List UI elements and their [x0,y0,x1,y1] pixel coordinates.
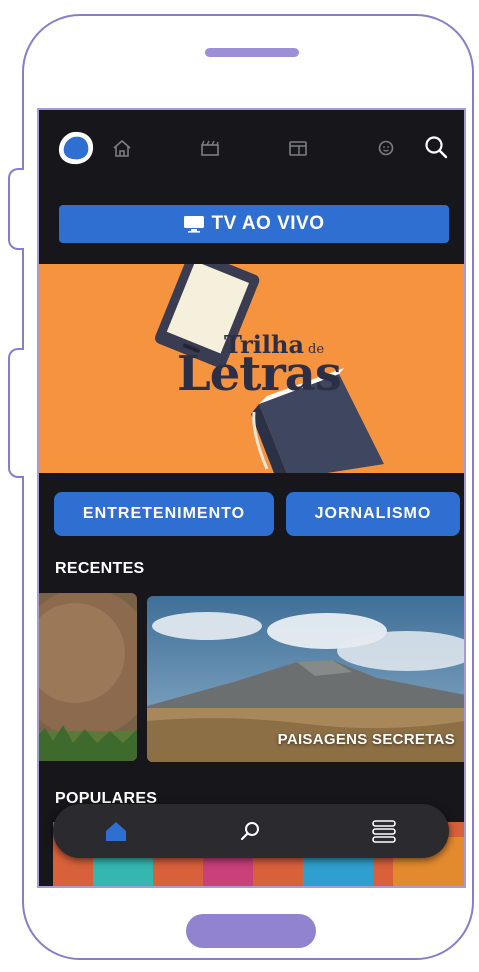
menu-icon[interactable] [371,818,397,844]
phone-speaker [205,48,299,57]
app-screen: TV AO VIVO Trilha de Letras ENTRETENIMEN… [37,108,466,888]
search-icon[interactable] [423,134,449,160]
clapperboard-icon[interactable] [199,138,221,158]
tv-guide-icon[interactable] [287,138,309,158]
side-button-top [8,168,24,250]
live-tv-button[interactable]: TV AO VIVO [59,205,449,243]
section-title-recentes: RECENTES [55,560,145,577]
capybara-image [39,593,137,761]
category-label: JORNALISMO [314,505,432,522]
card-title: PAISAGENS SECRETAS [277,731,455,748]
category-label: ENTRETENIMENTO [82,505,246,522]
tv-icon [184,216,205,233]
bottom-navigation [53,804,449,858]
top-bar [39,110,464,184]
recent-card-paisagens-secretas[interactable]: PAISAGENS SECRETAS [147,596,464,762]
kids-icon[interactable] [375,138,397,158]
category-entretenimento-button[interactable]: ENTRETENIMENTO [54,492,274,536]
search-icon[interactable] [238,818,264,844]
featured-banner[interactable]: Trilha de Letras [39,264,464,473]
recent-card-capybara[interactable] [39,593,137,761]
phone-home-button[interactable] [186,914,316,948]
home-icon[interactable] [111,138,133,158]
home-icon[interactable] [103,818,129,844]
banner-title-big: Letras [177,346,342,402]
live-tv-label: TV AO VIVO [211,213,325,234]
side-button-bottom [8,348,24,478]
logo-icon[interactable] [57,130,95,166]
category-jornalismo-button[interactable]: JORNALISMO [286,492,460,536]
